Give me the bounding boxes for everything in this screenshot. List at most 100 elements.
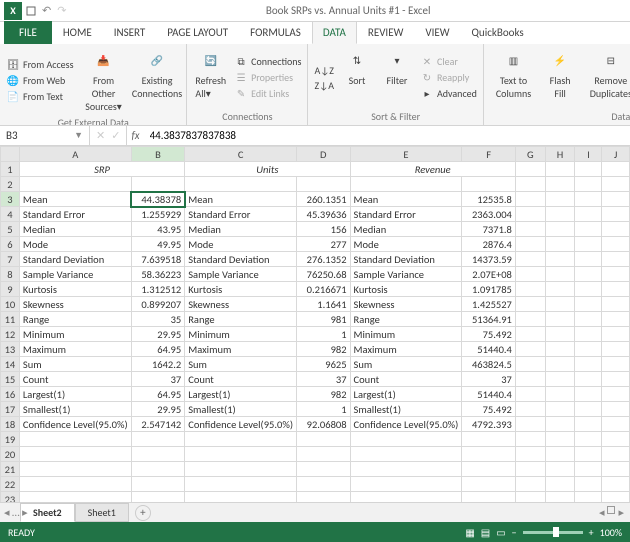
cell-A18[interactable]: Confidence Level(95.0%) (19, 417, 131, 432)
name-box[interactable]: B3 ▼ (0, 126, 90, 145)
connections-button[interactable]: ⧉Connections (232, 54, 303, 70)
cell-F15[interactable]: 37 (462, 372, 516, 387)
cell-A14[interactable]: Sum (19, 357, 131, 372)
from-access-button[interactable]: 🗄From Access (4, 57, 75, 73)
cell-C14[interactable]: Sum (185, 357, 297, 372)
cell-A12[interactable]: Minimum (19, 327, 131, 342)
cell-D15[interactable]: 37 (297, 372, 351, 387)
add-sheet-button[interactable]: + (135, 505, 151, 521)
tab-page-layout[interactable]: PAGE LAYOUT (156, 21, 239, 44)
tab-quickbooks[interactable]: QuickBooks (461, 21, 535, 44)
cell-A10[interactable]: Skewness (19, 297, 131, 312)
cell-F16[interactable]: 51440.4 (462, 387, 516, 402)
from-text-button[interactable]: 📄From Text (4, 89, 75, 105)
cell-D17[interactable]: 1 (297, 402, 351, 417)
cell-F7[interactable]: 14373.59 (462, 252, 516, 267)
view-normal-icon[interactable]: ▦ (465, 526, 474, 539)
cell-D16[interactable]: 982 (297, 387, 351, 402)
cell-E3[interactable]: Mean (350, 192, 462, 207)
sheet-scroll[interactable]: ◂▸ (599, 506, 624, 519)
cell-F11[interactable]: 51364.91 (462, 312, 516, 327)
text-to-columns-button[interactable]: ▥Text to Columns (488, 46, 539, 109)
refresh-all-button[interactable]: 🔄Refresh All▾ (191, 46, 230, 109)
redo-icon[interactable]: ↷ (57, 4, 66, 17)
col-header-H[interactable]: H (545, 147, 575, 162)
tab-formulas[interactable]: FORMULAS (239, 21, 312, 44)
filter-button[interactable]: ▾Filter (378, 46, 416, 109)
sort-az-button[interactable]: A↓Z (312, 63, 336, 78)
cell-C18[interactable]: Confidence Level(95.0%) (185, 417, 297, 432)
cell-B12[interactable]: 29.95 (131, 327, 185, 342)
cell-F3[interactable]: 12535.8 (462, 192, 516, 207)
cell-A6[interactable]: Mode (19, 237, 131, 252)
row-header-21[interactable]: 21 (1, 462, 20, 477)
cell-E4[interactable]: Standard Error (350, 207, 462, 222)
cell-B5[interactable]: 43.95 (131, 222, 185, 237)
cell-E17[interactable]: Smallest(1) (350, 402, 462, 417)
cell-C5[interactable]: Median (185, 222, 297, 237)
sort-button[interactable]: ⇅Sort (338, 46, 376, 109)
cell-B14[interactable]: 1642.2 (131, 357, 185, 372)
cell-F6[interactable]: 2876.4 (462, 237, 516, 252)
cell-F12[interactable]: 75.492 (462, 327, 516, 342)
cell-D8[interactable]: 76250.68 (297, 267, 351, 282)
cell-F14[interactable]: 463824.5 (462, 357, 516, 372)
cell-A5[interactable]: Median (19, 222, 131, 237)
row-header-23[interactable]: 23 (1, 492, 20, 503)
cell-B13[interactable]: 64.95 (131, 342, 185, 357)
cell-F8[interactable]: 2.07E+08 (462, 267, 516, 282)
cell-E10[interactable]: Skewness (350, 297, 462, 312)
cell-E16[interactable]: Largest(1) (350, 387, 462, 402)
cell-C3[interactable]: Mean (185, 192, 297, 207)
view-page-icon[interactable]: ▤ (481, 526, 490, 539)
row-header-4[interactable]: 4 (1, 207, 20, 222)
cell-D11[interactable]: 981 (297, 312, 351, 327)
row-header-14[interactable]: 14 (1, 357, 20, 372)
cell-B9[interactable]: 1.312512 (131, 282, 185, 297)
cell-A17[interactable]: Smallest(1) (19, 402, 131, 417)
tab-insert[interactable]: INSERT (103, 21, 157, 44)
col-header-F[interactable]: F (462, 147, 516, 162)
cell-F17[interactable]: 75.492 (462, 402, 516, 417)
row-header-9[interactable]: 9 (1, 282, 20, 297)
cell-E7[interactable]: Standard Deviation (350, 252, 462, 267)
cell-E15[interactable]: Count (350, 372, 462, 387)
cell-F13[interactable]: 51440.4 (462, 342, 516, 357)
cell-E8[interactable]: Sample Variance (350, 267, 462, 282)
row-header-15[interactable]: 15 (1, 372, 20, 387)
cell-A15[interactable]: Count (19, 372, 131, 387)
view-break-icon[interactable]: ▭ (496, 526, 505, 539)
row-header-10[interactable]: 10 (1, 297, 20, 312)
row-header-5[interactable]: 5 (1, 222, 20, 237)
cell-D12[interactable]: 1 (297, 327, 351, 342)
tab-home[interactable]: HOME (52, 21, 103, 44)
cell-A16[interactable]: Largest(1) (19, 387, 131, 402)
cell-B10[interactable]: 0.899207 (131, 297, 185, 312)
remove-duplicates-button[interactable]: ⊟Remove Duplicates (581, 46, 630, 109)
zoom-in-icon[interactable]: + (589, 526, 594, 539)
row-header-16[interactable]: 16 (1, 387, 20, 402)
flash-fill-button[interactable]: ⚡Flash Fill (541, 46, 579, 109)
row-header-12[interactable]: 12 (1, 327, 20, 342)
cell-D18[interactable]: 92.06808 (297, 417, 351, 432)
cell-B17[interactable]: 29.95 (131, 402, 185, 417)
save-icon[interactable] (26, 6, 36, 16)
cell-E18[interactable]: Confidence Level(95.0%) (350, 417, 462, 432)
cell-B8[interactable]: 58.36223 (131, 267, 185, 282)
enter-icon[interactable]: ✓ (111, 129, 120, 142)
zoom-level[interactable]: 100% (600, 526, 622, 539)
row-header-17[interactable]: 17 (1, 402, 20, 417)
cell-B7[interactable]: 7.639518 (131, 252, 185, 267)
cell-B4[interactable]: 1.255929 (131, 207, 185, 222)
row-header-3[interactable]: 3 (1, 192, 20, 207)
cell-D4[interactable]: 45.39636 (297, 207, 351, 222)
cell-E14[interactable]: Sum (350, 357, 462, 372)
cell-B15[interactable]: 37 (131, 372, 185, 387)
cell-B6[interactable]: 49.95 (131, 237, 185, 252)
cell-E5[interactable]: Median (350, 222, 462, 237)
select-all-corner[interactable] (1, 147, 20, 162)
cell-C13[interactable]: Maximum (185, 342, 297, 357)
zoom-controls[interactable]: ▦ ▤ ▭ − + 100% (465, 526, 622, 539)
cell-D7[interactable]: 276.1352 (297, 252, 351, 267)
cell-A3[interactable]: Mean (19, 192, 131, 207)
